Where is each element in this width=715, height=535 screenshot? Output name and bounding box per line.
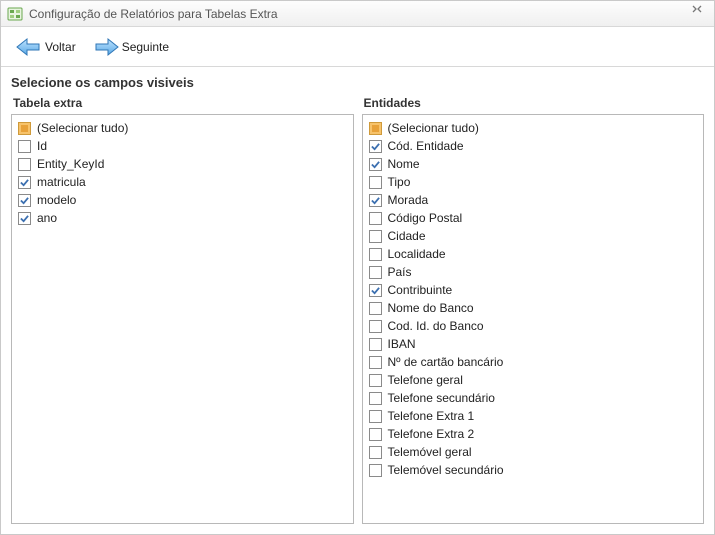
checkbox-icon[interactable] — [18, 122, 31, 135]
checkbox-icon[interactable] — [369, 284, 382, 297]
checkbox-icon[interactable] — [369, 230, 382, 243]
checkbox-icon[interactable] — [369, 158, 382, 171]
item-label: Id — [37, 139, 47, 153]
checkbox-icon[interactable] — [18, 194, 31, 207]
left-item[interactable]: modelo — [14, 191, 351, 209]
columns: Tabela extra (Selecionar tudo) Id Entity_K… — [11, 96, 704, 524]
item-label: IBAN — [388, 337, 416, 351]
checkbox-icon[interactable] — [369, 302, 382, 315]
checkbox-icon[interactable] — [369, 410, 382, 423]
right-select-all[interactable]: (Selecionar tudo) — [365, 119, 702, 137]
select-all-label: (Selecionar tudo) — [37, 121, 128, 135]
checkbox-icon[interactable] — [369, 446, 382, 459]
left-header: Tabela extra — [13, 96, 354, 110]
item-label: Nome do Banco — [388, 301, 474, 315]
right-item[interactable]: Cód. Entidade — [365, 137, 702, 155]
checkbox-icon[interactable] — [369, 140, 382, 153]
right-item[interactable]: Localidade — [365, 245, 702, 263]
right-item[interactable]: Telefone secundário — [365, 389, 702, 407]
right-item[interactable]: Contribuinte — [365, 281, 702, 299]
item-label: modelo — [37, 193, 76, 207]
item-label: Cód. Entidade — [388, 139, 464, 153]
right-column: Entidades (Selecionar tudo) Cód. Entidade… — [362, 96, 705, 524]
item-label: Telemóvel geral — [388, 445, 472, 459]
item-label: Entity_KeyId — [37, 157, 104, 171]
checkbox-icon[interactable] — [369, 212, 382, 225]
right-item[interactable]: Cod. Id. do Banco — [365, 317, 702, 335]
right-item[interactable]: Nome — [365, 155, 702, 173]
app-icon — [7, 6, 23, 22]
checkbox-icon[interactable] — [369, 392, 382, 405]
checkbox-icon[interactable] — [369, 320, 382, 333]
checkbox-icon[interactable] — [369, 338, 382, 351]
item-label: Telefone geral — [388, 373, 463, 387]
right-item[interactable]: IBAN — [365, 335, 702, 353]
left-item[interactable]: ano — [14, 209, 351, 227]
item-label: Cidade — [388, 229, 426, 243]
right-header: Entidades — [364, 96, 705, 110]
window: Configuração de Relatórios para Tabelas … — [0, 0, 715, 535]
checkbox-icon[interactable] — [369, 176, 382, 189]
right-listbox[interactable]: (Selecionar tudo) Cód. Entidade Nome Tipo Mo… — [362, 114, 705, 524]
back-label: Voltar — [45, 40, 76, 54]
item-label: Morada — [388, 193, 429, 207]
checkbox-icon[interactable] — [369, 428, 382, 441]
item-label: Telefone Extra 2 — [388, 427, 475, 441]
item-label: Nº de cartão bancário — [388, 355, 504, 369]
checkbox-icon[interactable] — [369, 194, 382, 207]
checkbox-icon[interactable] — [369, 464, 382, 477]
item-label: Telemóvel secundário — [388, 463, 504, 477]
right-item[interactable]: Tipo — [365, 173, 702, 191]
checkbox-icon[interactable] — [18, 212, 31, 225]
left-column: Tabela extra (Selecionar tudo) Id Entity_K… — [11, 96, 354, 524]
left-select-all[interactable]: (Selecionar tudo) — [14, 119, 351, 137]
item-label: Código Postal — [388, 211, 463, 225]
checkbox-icon[interactable] — [18, 140, 31, 153]
right-item[interactable]: Telemóvel geral — [365, 443, 702, 461]
right-item[interactable]: Morada — [365, 191, 702, 209]
item-label: Tipo — [388, 175, 411, 189]
item-label: País — [388, 265, 412, 279]
left-listbox[interactable]: (Selecionar tudo) Id Entity_KeyId matricula… — [11, 114, 354, 524]
right-item[interactable]: Telefone Extra 1 — [365, 407, 702, 425]
select-all-label: (Selecionar tudo) — [388, 121, 479, 135]
item-label: ano — [37, 211, 57, 225]
left-item[interactable]: Entity_KeyId — [14, 155, 351, 173]
left-item[interactable]: matricula — [14, 173, 351, 191]
next-label: Seguinte — [122, 40, 169, 54]
item-label: Localidade — [388, 247, 446, 261]
checkbox-icon[interactable] — [369, 122, 382, 135]
item-label: Contribuinte — [388, 283, 453, 297]
back-button[interactable]: Voltar — [9, 34, 82, 60]
close-button[interactable] — [686, 5, 708, 23]
right-item[interactable]: Telefone Extra 2 — [365, 425, 702, 443]
checkbox-icon[interactable] — [369, 374, 382, 387]
right-item[interactable]: Nome do Banco — [365, 299, 702, 317]
item-label: Telefone Extra 1 — [388, 409, 475, 423]
next-button[interactable]: Seguinte — [86, 34, 175, 60]
item-label: Cod. Id. do Banco — [388, 319, 484, 333]
left-item[interactable]: Id — [14, 137, 351, 155]
arrow-left-icon — [15, 36, 41, 58]
checkbox-icon[interactable] — [369, 266, 382, 279]
item-label: Nome — [388, 157, 420, 171]
item-label: matricula — [37, 175, 86, 189]
right-item[interactable]: Telefone geral — [365, 371, 702, 389]
checkbox-icon[interactable] — [369, 356, 382, 369]
arrow-right-icon — [92, 36, 118, 58]
window-title: Configuração de Relatórios para Tabelas … — [29, 7, 686, 21]
item-label: Telefone secundário — [388, 391, 495, 405]
checkbox-icon[interactable] — [18, 176, 31, 189]
right-item[interactable]: Cidade — [365, 227, 702, 245]
checkbox-icon[interactable] — [18, 158, 31, 171]
titlebar: Configuração de Relatórios para Tabelas … — [1, 1, 714, 27]
right-item[interactable]: País — [365, 263, 702, 281]
right-item[interactable]: Nº de cartão bancário — [365, 353, 702, 371]
content: Selecione os campos visiveis Tabela extr… — [1, 67, 714, 534]
section-title: Selecione os campos visiveis — [11, 75, 704, 90]
right-item[interactable]: Telemóvel secundário — [365, 461, 702, 479]
checkbox-icon[interactable] — [369, 248, 382, 261]
right-item[interactable]: Código Postal — [365, 209, 702, 227]
toolbar: Voltar Seguinte — [1, 27, 714, 67]
